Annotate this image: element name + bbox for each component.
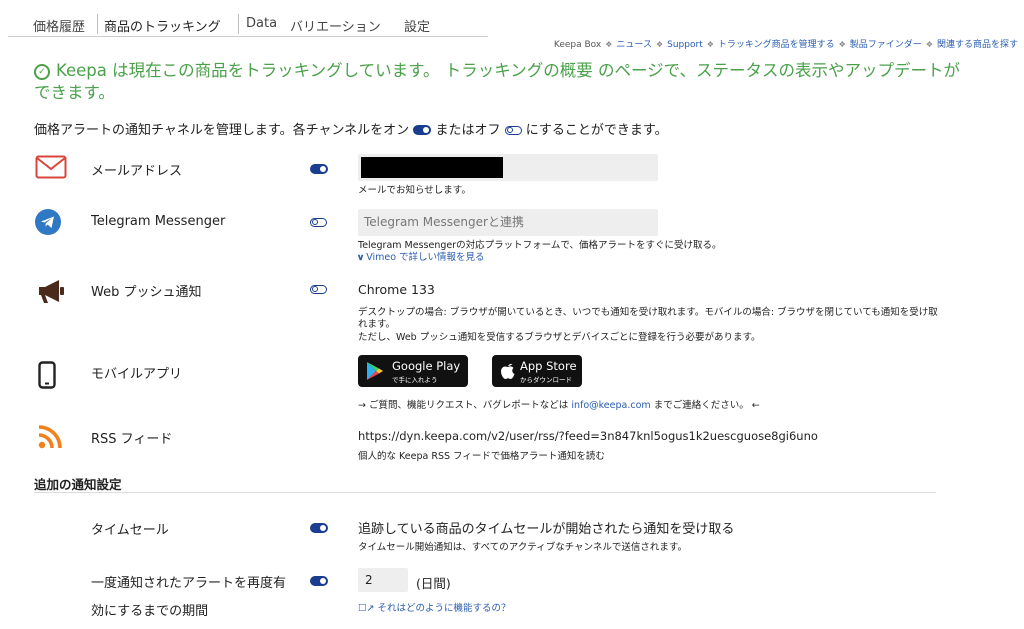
reactivate-toggle[interactable] (310, 576, 328, 586)
app-store-title: App Store (520, 359, 577, 373)
telegram-connect-field[interactable]: Telegram Messengerと連携 (358, 209, 658, 236)
reactivate-days-unit: (日間) (416, 576, 451, 591)
web-push-description: デスクトップの場合: ブラウザが開いているとき、いつでも通知を受け取れます。モバ… (358, 307, 938, 330)
link-news[interactable]: ニュース (616, 40, 652, 50)
rss-icon (38, 425, 62, 449)
telegram-icon (35, 209, 61, 235)
toggle-off-example-icon (504, 126, 522, 135)
reactivate-label: 一度通知されたアラートを再度有 (91, 576, 287, 591)
channel-intro: 価格アラートの通知チャネルを管理します。各チャンネルをオン またはオフ にするこ… (34, 119, 668, 138)
mobile-app-label: モバイルアプリ (91, 367, 183, 382)
email-toggle[interactable] (310, 164, 328, 174)
megaphone-icon (39, 280, 64, 303)
tab-data[interactable]: Data (246, 16, 277, 31)
section-divider (34, 492, 936, 493)
reactivate-label-line2: 効にするまでの期間 (91, 604, 209, 619)
tab-divider (238, 14, 239, 34)
tracking-notice: ✓ Keepa は現在この商品をトラッキングしています。 トラッキングの概要 のペ… (34, 60, 974, 104)
rss-label: RSS フィード (91, 432, 173, 447)
email-label: メールアドレス (91, 164, 183, 179)
rss-description: 個人的な Keepa RSS フィードで価格アラート通知を読む (358, 451, 605, 462)
web-push-label: Web プッシュ通知 (91, 285, 202, 300)
lightning-deal-label: タイムセール (91, 523, 169, 538)
telegram-vimeo-link[interactable]: 𝐯 Vimeo で詳しい情報を見る (358, 252, 485, 264)
top-links: Keepa Box ❖ ニュース ❖ Support ❖ トラッキング商品を管理する ❖ 製品フ… (553, 40, 1018, 50)
web-push-toggle[interactable] (310, 285, 327, 294)
contact-note: → ご質問、機能リクエスト、バグレポートなどは info@keepa.com ま… (358, 400, 760, 412)
tab-bar: 価格履歴 商品のトラッキング Data バリエーション 設定 (0, 0, 1024, 38)
tab-underline (8, 36, 488, 37)
reactivate-days-input[interactable]: 2 (358, 568, 408, 592)
web-push-note: ただし、Web プッシュ通知を受信するブラウザとデバイスごとに登録を行う必要があ… (358, 332, 761, 343)
notice-text: Keepa は現在この商品をトラッキングしています。 トラッキングの概要 のペー… (34, 61, 960, 102)
link-product-finder[interactable]: 製品ファインダー (850, 40, 922, 50)
email-field[interactable] (358, 154, 658, 181)
how-it-works-text[interactable]: それはどのように機能するの？ (378, 603, 511, 614)
google-play-title: Google Play (392, 359, 461, 373)
email-description: メールでお知らせします。 (358, 185, 471, 196)
lightning-deal-title: 追跡している商品のタイムセールが開始されたら通知を受け取る (358, 522, 735, 537)
app-store-button[interactable]: App Store からダウンロード (492, 355, 582, 387)
email-redacted (361, 157, 503, 178)
vimeo-link-text[interactable]: Vimeo で詳しい情報を見る (366, 252, 484, 263)
link-keepa-box[interactable]: Keepa Box (554, 40, 601, 50)
lightning-deal-toggle[interactable] (310, 523, 328, 533)
apple-icon (501, 363, 515, 379)
telegram-description: Telegram Messengerの対応プラットフォームで、価格アラートをすぐ… (358, 240, 722, 251)
tab-settings[interactable]: 設定 (404, 16, 430, 35)
app-store-subtitle: からダウンロード (520, 376, 572, 384)
contact-text: → ご質問、機能リクエスト、バグレポートなどは (358, 400, 569, 411)
additional-settings-title: 追加の通知設定 (34, 477, 122, 492)
contact-text: までご連絡ください。 ← (653, 400, 760, 411)
google-play-icon (367, 362, 383, 380)
google-play-button[interactable]: Google Play で手に入れよう (358, 355, 468, 387)
link-find-related[interactable]: 関連する商品を探す (937, 40, 1018, 50)
telegram-label: Telegram Messenger (91, 214, 226, 229)
lightning-deal-description: タイムセール開始通知は、すべてのアクティブなチャンネルで送信されます。 (358, 542, 687, 553)
vimeo-icon: 𝐯 (358, 252, 364, 263)
link-manage-tracking[interactable]: トラッキング商品を管理する (718, 40, 835, 50)
envelope-icon (35, 155, 67, 179)
smartphone-icon (38, 361, 56, 389)
external-link-icon: ☐↗ (358, 603, 375, 614)
tab-variations[interactable]: バリエーション (290, 16, 381, 35)
browser-name: Chrome 133 (358, 282, 435, 297)
intro-text: 価格アラートの通知チャネルを管理します。各チャンネルをオン (34, 123, 410, 138)
intro-text: またはオフ (435, 123, 501, 138)
link-support[interactable]: Support (667, 40, 703, 50)
tab-tracking[interactable]: 商品のトラッキング (104, 16, 221, 35)
contact-email-link[interactable]: info@keepa.com (571, 400, 650, 411)
intro-text: にすることができます。 (525, 123, 668, 138)
telegram-toggle[interactable] (310, 218, 327, 227)
check-circle-icon: ✓ (34, 64, 50, 80)
rss-url[interactable]: https://dyn.keepa.com/v2/user/rss/?feed=… (358, 429, 818, 443)
tab-price-history[interactable]: 価格履歴 (33, 16, 85, 35)
how-it-works-link[interactable]: ☐↗ それはどのように機能するの？ (358, 603, 511, 615)
google-play-subtitle: で手に入れよう (392, 376, 438, 384)
tab-divider (97, 14, 98, 34)
toggle-on-example-icon (413, 125, 432, 135)
